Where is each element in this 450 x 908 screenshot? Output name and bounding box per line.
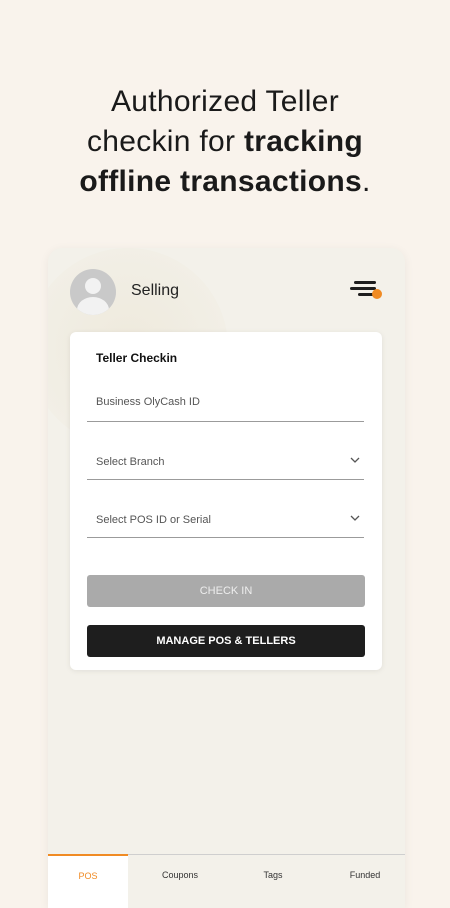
avatar-body-shape [77, 297, 109, 315]
avatar-head-shape [85, 278, 101, 294]
check-in-button[interactable]: CHECK IN [87, 575, 365, 607]
page-title: Selling [131, 282, 180, 299]
avatar[interactable] [70, 269, 116, 315]
app-bar: Selling [48, 248, 405, 332]
business-id-input[interactable] [87, 383, 364, 421]
business-id-field[interactable] [87, 383, 364, 422]
promo-headline: Authorized Teller checkin for tracking o… [0, 82, 450, 202]
notification-dot [372, 289, 382, 299]
headline-line-1: Authorized Teller [110, 85, 339, 118]
headline-line-3: offline transactions. [79, 165, 371, 198]
chevron-down-icon [350, 457, 360, 463]
headline-line-2: checkin for tracking [86, 125, 364, 158]
manage-pos-tellers-button[interactable]: MANAGE POS & TELLERS [87, 625, 365, 657]
card-title: Teller Checkin [96, 351, 178, 365]
app-screen: Selling Teller Checkin Select Branch Sel… [48, 248, 405, 908]
chevron-down-icon [350, 515, 360, 521]
pos-select[interactable]: Select POS ID or Serial [87, 499, 364, 538]
tab-coupons[interactable]: Coupons [140, 855, 220, 908]
tab-tags[interactable]: Tags [233, 855, 313, 908]
hamburger-menu-icon[interactable] [350, 278, 384, 304]
branch-select-placeholder: Select Branch [96, 456, 165, 468]
teller-checkin-card: Teller Checkin Select Branch Select POS … [70, 332, 382, 670]
pos-select-placeholder: Select POS ID or Serial [96, 514, 211, 526]
tab-funded[interactable]: Funded [325, 855, 405, 908]
branch-select[interactable]: Select Branch [87, 441, 364, 480]
